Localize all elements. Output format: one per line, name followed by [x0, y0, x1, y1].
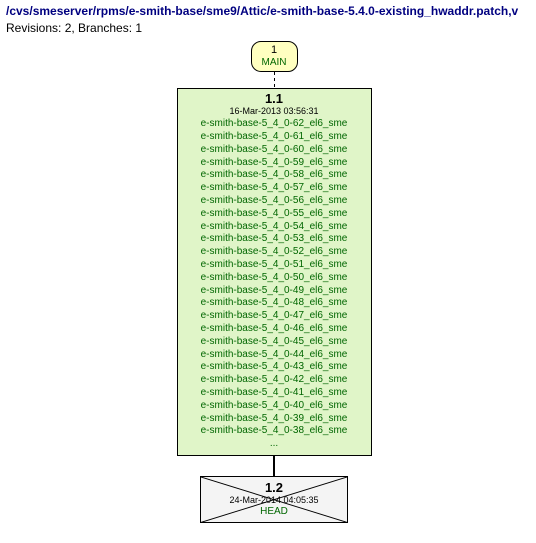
- revision-tags: e-smith-base-5_4_0-62_el6_sme e-smith-ba…: [182, 118, 367, 451]
- revision-date: 16-Mar-2013 03:56:31: [182, 106, 367, 117]
- tag-item: e-smith-base-5_4_0-49_el6_sme: [182, 285, 367, 298]
- revision-head-tag: HEAD: [207, 506, 341, 518]
- tag-item: e-smith-base-5_4_0-55_el6_sme: [182, 208, 367, 221]
- tag-item: e-smith-base-5_4_0-40_el6_sme: [182, 400, 367, 413]
- tag-item: e-smith-base-5_4_0-47_el6_sme: [182, 310, 367, 323]
- revision-number: 1.2: [207, 480, 341, 496]
- tag-item: e-smith-base-5_4_0-56_el6_sme: [182, 195, 367, 208]
- tag-item: e-smith-base-5_4_0-43_el6_sme: [182, 361, 367, 374]
- tag-item: e-smith-base-5_4_0-62_el6_sme: [182, 118, 367, 131]
- connector-line: [274, 72, 275, 88]
- tag-item: e-smith-base-5_4_0-45_el6_sme: [182, 336, 367, 349]
- tag-item: e-smith-base-5_4_0-50_el6_sme: [182, 272, 367, 285]
- tag-item: e-smith-base-5_4_0-44_el6_sme: [182, 349, 367, 362]
- tag-item: e-smith-base-5_4_0-46_el6_sme: [182, 323, 367, 336]
- tag-item: e-smith-base-5_4_0-51_el6_sme: [182, 259, 367, 272]
- branch-tag-main[interactable]: 1 MAIN: [251, 41, 298, 72]
- tag-item: e-smith-base-5_4_0-53_el6_sme: [182, 233, 367, 246]
- revision-1-1[interactable]: 1.1 16-Mar-2013 03:56:31 e-smith-base-5_…: [177, 88, 372, 456]
- revision-1-2-deleted[interactable]: 1.2 24-Mar-2014 04:05:35 HEAD: [200, 476, 348, 523]
- branch-name: MAIN: [262, 57, 287, 69]
- file-path: /cvs/smeserver/rpms/e-smith-base/sme9/At…: [6, 4, 536, 20]
- tag-item: e-smith-base-5_4_0-54_el6_sme: [182, 221, 367, 234]
- tag-item: e-smith-base-5_4_0-41_el6_sme: [182, 387, 367, 400]
- tag-item: e-smith-base-5_4_0-48_el6_sme: [182, 297, 367, 310]
- revision-graph: 1 MAIN 1.1 16-Mar-2013 03:56:31 e-smith-…: [6, 41, 536, 524]
- tag-item: e-smith-base-5_4_0-58_el6_sme: [182, 169, 367, 182]
- tags-ellipsis: ...: [182, 438, 367, 451]
- branch-number: 1: [262, 44, 287, 57]
- revision-date: 24-Mar-2014 04:05:35: [207, 495, 341, 506]
- connector-line: [273, 456, 275, 476]
- tag-item: e-smith-base-5_4_0-60_el6_sme: [182, 144, 367, 157]
- tag-item: e-smith-base-5_4_0-38_el6_sme: [182, 425, 367, 438]
- tag-item: e-smith-base-5_4_0-61_el6_sme: [182, 131, 367, 144]
- tag-item: e-smith-base-5_4_0-39_el6_sme: [182, 413, 367, 426]
- tag-item: e-smith-base-5_4_0-57_el6_sme: [182, 182, 367, 195]
- tag-item: e-smith-base-5_4_0-52_el6_sme: [182, 246, 367, 259]
- tag-item: e-smith-base-5_4_0-42_el6_sme: [182, 374, 367, 387]
- revision-summary: Revisions: 2, Branches: 1: [6, 21, 536, 35]
- revision-number: 1.1: [182, 91, 367, 107]
- tag-item: e-smith-base-5_4_0-59_el6_sme: [182, 157, 367, 170]
